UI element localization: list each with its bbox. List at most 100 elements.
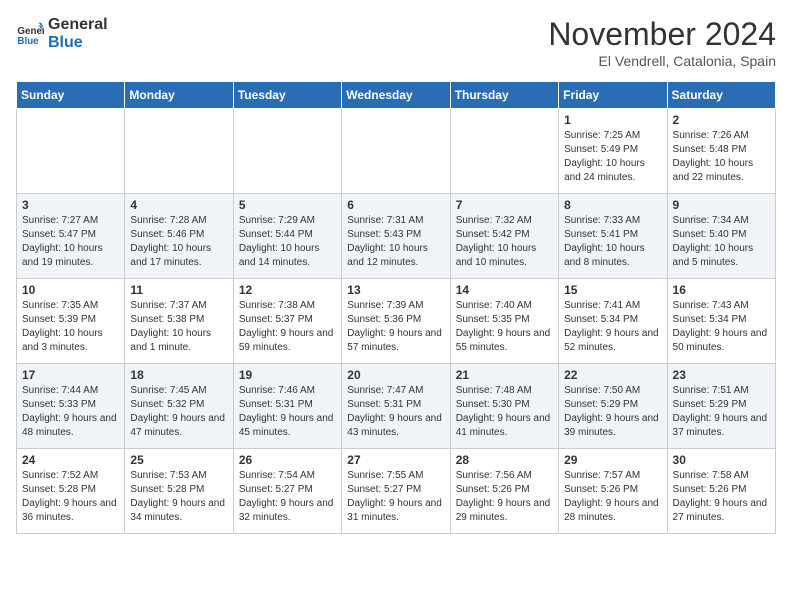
- calendar-cell: 22 Sunrise: 7:50 AMSunset: 5:29 PMDaylig…: [559, 364, 667, 449]
- calendar-cell: 25 Sunrise: 7:53 AMSunset: 5:28 PMDaylig…: [125, 449, 233, 534]
- day-number: 12: [239, 283, 336, 297]
- day-number: 5: [239, 198, 336, 212]
- day-number: 21: [456, 368, 553, 382]
- calendar-cell: [17, 109, 125, 194]
- day-info: Sunrise: 7:35 AMSunset: 5:39 PMDaylight:…: [22, 299, 119, 355]
- day-number: 30: [673, 453, 770, 467]
- day-info: Sunrise: 7:27 AMSunset: 5:47 PMDaylight:…: [22, 214, 119, 270]
- day-number: 2: [673, 113, 770, 127]
- calendar-table: SundayMondayTuesdayWednesdayThursdayFrid…: [16, 81, 776, 534]
- day-info: Sunrise: 7:56 AMSunset: 5:26 PMDaylight:…: [456, 469, 553, 525]
- calendar-cell: 24 Sunrise: 7:52 AMSunset: 5:28 PMDaylig…: [17, 449, 125, 534]
- day-info: Sunrise: 7:40 AMSunset: 5:35 PMDaylight:…: [456, 299, 553, 355]
- logo: General Blue General Blue: [16, 16, 108, 53]
- header-monday: Monday: [125, 82, 233, 109]
- logo-line1: General: [48, 16, 108, 34]
- day-info: Sunrise: 7:33 AMSunset: 5:41 PMDaylight:…: [564, 214, 661, 270]
- day-info: Sunrise: 7:45 AMSunset: 5:32 PMDaylight:…: [130, 384, 227, 440]
- day-info: Sunrise: 7:58 AMSunset: 5:26 PMDaylight:…: [673, 469, 770, 525]
- logo-icon: General Blue: [16, 20, 44, 48]
- day-number: 7: [456, 198, 553, 212]
- calendar-cell: 17 Sunrise: 7:44 AMSunset: 5:33 PMDaylig…: [17, 364, 125, 449]
- day-info: Sunrise: 7:46 AMSunset: 5:31 PMDaylight:…: [239, 384, 336, 440]
- calendar-week-row: 10 Sunrise: 7:35 AMSunset: 5:39 PMDaylig…: [17, 279, 776, 364]
- day-info: Sunrise: 7:50 AMSunset: 5:29 PMDaylight:…: [564, 384, 661, 440]
- calendar-week-row: 1 Sunrise: 7:25 AMSunset: 5:49 PMDayligh…: [17, 109, 776, 194]
- day-info: Sunrise: 7:47 AMSunset: 5:31 PMDaylight:…: [347, 384, 444, 440]
- calendar-cell: [450, 109, 558, 194]
- day-number: 17: [22, 368, 119, 382]
- day-info: Sunrise: 7:29 AMSunset: 5:44 PMDaylight:…: [239, 214, 336, 270]
- day-number: 25: [130, 453, 227, 467]
- header-tuesday: Tuesday: [233, 82, 341, 109]
- header-sunday: Sunday: [17, 82, 125, 109]
- header-saturday: Saturday: [667, 82, 775, 109]
- calendar-cell: [342, 109, 450, 194]
- day-number: 13: [347, 283, 444, 297]
- day-info: Sunrise: 7:53 AMSunset: 5:28 PMDaylight:…: [130, 469, 227, 525]
- calendar-cell: 15 Sunrise: 7:41 AMSunset: 5:34 PMDaylig…: [559, 279, 667, 364]
- location: El Vendrell, Catalonia, Spain: [548, 53, 776, 69]
- day-number: 19: [239, 368, 336, 382]
- calendar-week-row: 17 Sunrise: 7:44 AMSunset: 5:33 PMDaylig…: [17, 364, 776, 449]
- calendar-cell: [125, 109, 233, 194]
- day-number: 27: [347, 453, 444, 467]
- calendar-week-row: 3 Sunrise: 7:27 AMSunset: 5:47 PMDayligh…: [17, 194, 776, 279]
- calendar-cell: 4 Sunrise: 7:28 AMSunset: 5:46 PMDayligh…: [125, 194, 233, 279]
- calendar-cell: 16 Sunrise: 7:43 AMSunset: 5:34 PMDaylig…: [667, 279, 775, 364]
- day-info: Sunrise: 7:43 AMSunset: 5:34 PMDaylight:…: [673, 299, 770, 355]
- calendar-cell: 13 Sunrise: 7:39 AMSunset: 5:36 PMDaylig…: [342, 279, 450, 364]
- calendar-cell: 9 Sunrise: 7:34 AMSunset: 5:40 PMDayligh…: [667, 194, 775, 279]
- day-number: 11: [130, 283, 227, 297]
- calendar-cell: 2 Sunrise: 7:26 AMSunset: 5:48 PMDayligh…: [667, 109, 775, 194]
- day-info: Sunrise: 7:34 AMSunset: 5:40 PMDaylight:…: [673, 214, 770, 270]
- calendar-cell: 10 Sunrise: 7:35 AMSunset: 5:39 PMDaylig…: [17, 279, 125, 364]
- calendar-cell: 29 Sunrise: 7:57 AMSunset: 5:26 PMDaylig…: [559, 449, 667, 534]
- calendar-cell: [233, 109, 341, 194]
- calendar-cell: 6 Sunrise: 7:31 AMSunset: 5:43 PMDayligh…: [342, 194, 450, 279]
- calendar-header-row: SundayMondayTuesdayWednesdayThursdayFrid…: [17, 82, 776, 109]
- day-number: 10: [22, 283, 119, 297]
- calendar-cell: 21 Sunrise: 7:48 AMSunset: 5:30 PMDaylig…: [450, 364, 558, 449]
- calendar-week-row: 24 Sunrise: 7:52 AMSunset: 5:28 PMDaylig…: [17, 449, 776, 534]
- day-info: Sunrise: 7:48 AMSunset: 5:30 PMDaylight:…: [456, 384, 553, 440]
- day-info: Sunrise: 7:39 AMSunset: 5:36 PMDaylight:…: [347, 299, 444, 355]
- day-info: Sunrise: 7:57 AMSunset: 5:26 PMDaylight:…: [564, 469, 661, 525]
- day-number: 28: [456, 453, 553, 467]
- day-info: Sunrise: 7:51 AMSunset: 5:29 PMDaylight:…: [673, 384, 770, 440]
- calendar-cell: 7 Sunrise: 7:32 AMSunset: 5:42 PMDayligh…: [450, 194, 558, 279]
- calendar-cell: 5 Sunrise: 7:29 AMSunset: 5:44 PMDayligh…: [233, 194, 341, 279]
- header-wednesday: Wednesday: [342, 82, 450, 109]
- calendar-cell: 19 Sunrise: 7:46 AMSunset: 5:31 PMDaylig…: [233, 364, 341, 449]
- day-number: 6: [347, 198, 444, 212]
- calendar-cell: 20 Sunrise: 7:47 AMSunset: 5:31 PMDaylig…: [342, 364, 450, 449]
- day-info: Sunrise: 7:44 AMSunset: 5:33 PMDaylight:…: [22, 384, 119, 440]
- calendar-cell: 1 Sunrise: 7:25 AMSunset: 5:49 PMDayligh…: [559, 109, 667, 194]
- day-info: Sunrise: 7:25 AMSunset: 5:49 PMDaylight:…: [564, 129, 661, 185]
- day-number: 1: [564, 113, 661, 127]
- day-info: Sunrise: 7:41 AMSunset: 5:34 PMDaylight:…: [564, 299, 661, 355]
- day-number: 9: [673, 198, 770, 212]
- day-number: 4: [130, 198, 227, 212]
- day-info: Sunrise: 7:32 AMSunset: 5:42 PMDaylight:…: [456, 214, 553, 270]
- day-number: 15: [564, 283, 661, 297]
- calendar-cell: 3 Sunrise: 7:27 AMSunset: 5:47 PMDayligh…: [17, 194, 125, 279]
- day-info: Sunrise: 7:52 AMSunset: 5:28 PMDaylight:…: [22, 469, 119, 525]
- calendar-cell: 11 Sunrise: 7:37 AMSunset: 5:38 PMDaylig…: [125, 279, 233, 364]
- day-number: 23: [673, 368, 770, 382]
- day-info: Sunrise: 7:26 AMSunset: 5:48 PMDaylight:…: [673, 129, 770, 185]
- title-block: November 2024 El Vendrell, Catalonia, Sp…: [548, 16, 776, 69]
- calendar-cell: 23 Sunrise: 7:51 AMSunset: 5:29 PMDaylig…: [667, 364, 775, 449]
- day-info: Sunrise: 7:54 AMSunset: 5:27 PMDaylight:…: [239, 469, 336, 525]
- day-number: 8: [564, 198, 661, 212]
- header-friday: Friday: [559, 82, 667, 109]
- day-info: Sunrise: 7:37 AMSunset: 5:38 PMDaylight:…: [130, 299, 227, 355]
- svg-text:Blue: Blue: [17, 36, 39, 47]
- page-header: General Blue General Blue November 2024 …: [16, 16, 776, 69]
- day-number: 26: [239, 453, 336, 467]
- day-number: 14: [456, 283, 553, 297]
- day-info: Sunrise: 7:28 AMSunset: 5:46 PMDaylight:…: [130, 214, 227, 270]
- day-number: 3: [22, 198, 119, 212]
- day-number: 29: [564, 453, 661, 467]
- calendar-cell: 8 Sunrise: 7:33 AMSunset: 5:41 PMDayligh…: [559, 194, 667, 279]
